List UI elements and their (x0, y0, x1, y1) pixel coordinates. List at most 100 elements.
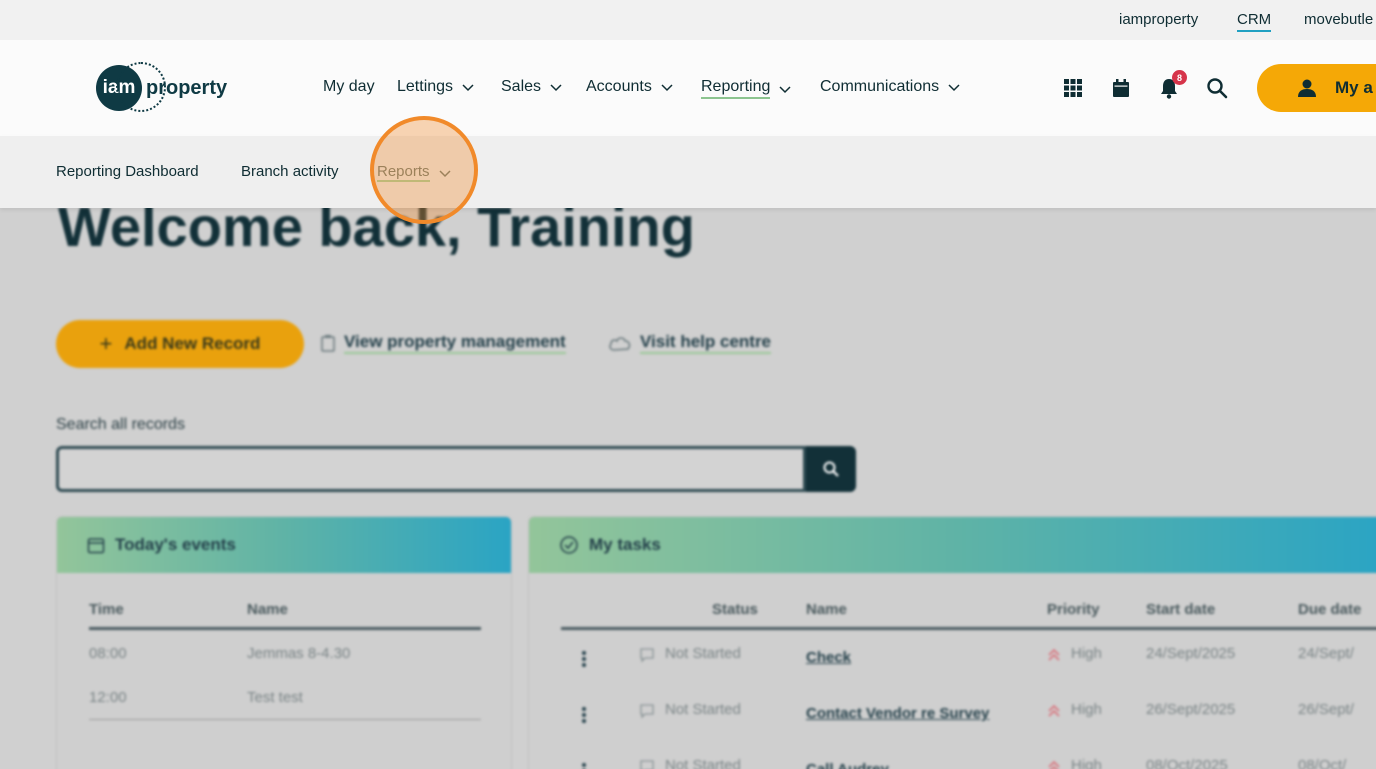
task-start-date: 08/Oct/2025 (1146, 757, 1228, 769)
utility-bar: iamproperty CRM movebutle (0, 0, 1376, 40)
task-name-link[interactable]: Contact Vendor re Survey (806, 705, 989, 722)
task-status: Not Started (665, 701, 741, 718)
my-account-button[interactable]: My a (1257, 64, 1376, 112)
tasks-col-status: Status (712, 601, 758, 618)
comment-icon[interactable] (639, 647, 655, 663)
visit-help-centre-link[interactable]: Visit help centre (608, 332, 772, 354)
priority-high-icon (1048, 760, 1060, 769)
nav-lettings[interactable]: Lettings (397, 78, 475, 96)
task-start-date: 24/Sept/2025 (1146, 645, 1236, 662)
nav-label: My day (323, 78, 375, 95)
search-records-button[interactable] (806, 446, 856, 492)
notifications-button[interactable]: 8 (1157, 70, 1187, 100)
task-priority: High (1071, 645, 1102, 662)
check-circle-icon (560, 536, 578, 554)
task-name-link[interactable]: Call Audrey (806, 761, 889, 769)
search-icon (1207, 78, 1228, 99)
cloud-icon (609, 337, 631, 351)
reporting-subnav: Reporting Dashboard Branch activity Repo… (0, 136, 1376, 208)
task-start-date: 26/Sept/2025 (1146, 701, 1236, 718)
chevron-down-icon (779, 85, 791, 93)
visit-help-centre-label: Visit help centre (640, 332, 772, 354)
my-tasks-card: My tasks Status Name Priority Start date… (528, 516, 1376, 769)
search-label: Search all records (56, 416, 185, 433)
nav-sales[interactable]: Sales (501, 78, 563, 96)
click-highlight (370, 116, 478, 224)
nav-label: Reporting (701, 78, 771, 99)
nav-label: Lettings (397, 78, 454, 95)
plus-icon: + (99, 331, 113, 356)
chevron-down-icon (661, 84, 673, 92)
chevron-down-icon (462, 84, 474, 92)
task-due-date: 26/Sept/ (1298, 701, 1354, 718)
tasks-col-due-date: Due date (1298, 601, 1362, 618)
chevron-down-icon (550, 84, 562, 92)
event-name[interactable]: Jemmas 8-4.30 (247, 645, 350, 662)
utility-link-crm[interactable]: CRM (1237, 11, 1272, 32)
utility-link-iamproperty[interactable]: iamproperty (1119, 11, 1198, 28)
todays-events-card: Today's events Time Name 08:00 Jemmas 8-… (56, 516, 512, 769)
event-name[interactable]: Test test (247, 689, 303, 706)
add-new-record-label: Add New Record (124, 334, 261, 353)
subnav-label: Reporting Dashboard (56, 163, 199, 180)
todays-events-title: Today's events (115, 535, 236, 554)
priority-high-icon (1048, 704, 1060, 717)
comment-icon[interactable] (639, 759, 655, 769)
my-tasks-title: My tasks (589, 535, 661, 554)
events-col-name: Name (247, 601, 288, 618)
task-due-date: 08/Oct/ (1298, 757, 1347, 769)
event-time: 08:00 (89, 645, 127, 662)
add-new-record-button[interactable]: + Add New Record (56, 320, 304, 368)
my-tasks-header: My tasks (529, 517, 1376, 573)
task-due-date: 24/Sept/ (1298, 645, 1354, 662)
logo[interactable]: iam property (96, 62, 228, 112)
comment-icon[interactable] (639, 703, 655, 719)
nav-label: Sales (501, 78, 542, 95)
chevron-down-icon (948, 84, 960, 92)
tasks-col-name: Name (806, 601, 847, 618)
tasks-col-start-date: Start date (1146, 601, 1216, 618)
search-records-input[interactable] (56, 446, 806, 492)
task-menu-icon[interactable] (582, 649, 588, 669)
calendar-icon (87, 538, 105, 554)
grid-icon (1064, 79, 1082, 97)
todays-events-header: Today's events (57, 517, 511, 573)
nav-reporting[interactable]: Reporting (701, 78, 792, 99)
utility-link-movebutler[interactable]: movebutle (1304, 11, 1373, 28)
apps-grid-button[interactable] (1061, 76, 1085, 100)
events-footer-rule (89, 719, 481, 720)
nav-label: Communications (820, 78, 940, 95)
logo-word: property (146, 76, 228, 99)
search-icon (823, 461, 839, 477)
priority-high-icon (1048, 648, 1060, 661)
task-name-link[interactable]: Check (806, 649, 851, 666)
main-navigation: iam property My day Lettings Sales Accou… (0, 40, 1376, 136)
subnav-label: Branch activity (241, 163, 339, 180)
clipboard-icon (321, 335, 335, 352)
search-button[interactable] (1205, 76, 1229, 100)
subnav-reporting-dashboard[interactable]: Reporting Dashboard (56, 163, 199, 180)
tasks-header-rule (561, 627, 1376, 630)
task-status: Not Started (665, 645, 741, 662)
event-time: 12:00 (89, 689, 127, 706)
nav-accounts[interactable]: Accounts (586, 78, 674, 96)
events-col-time: Time (89, 601, 124, 618)
nav-label: Accounts (586, 78, 652, 95)
nav-my-day[interactable]: My day (323, 78, 375, 96)
task-menu-icon[interactable] (582, 705, 588, 725)
events-header-rule (89, 627, 481, 630)
task-priority: High (1071, 701, 1102, 718)
subnav-branch-activity[interactable]: Branch activity (241, 163, 339, 180)
my-account-label: My a (1335, 78, 1373, 97)
view-property-management-link[interactable]: View property management (320, 332, 566, 354)
view-property-management-label: View property management (344, 332, 566, 354)
tasks-col-priority: Priority (1047, 601, 1100, 618)
task-priority: High (1071, 757, 1102, 769)
calendar-icon (1113, 79, 1129, 97)
dashboard-content: Welcome back, Training + Add New Record … (0, 195, 1376, 769)
notification-badge: 8 (1172, 70, 1187, 85)
task-menu-icon[interactable] (582, 761, 588, 769)
nav-communications[interactable]: Communications (820, 78, 961, 96)
task-status: Not Started (665, 757, 741, 769)
calendar-button[interactable] (1109, 76, 1133, 100)
